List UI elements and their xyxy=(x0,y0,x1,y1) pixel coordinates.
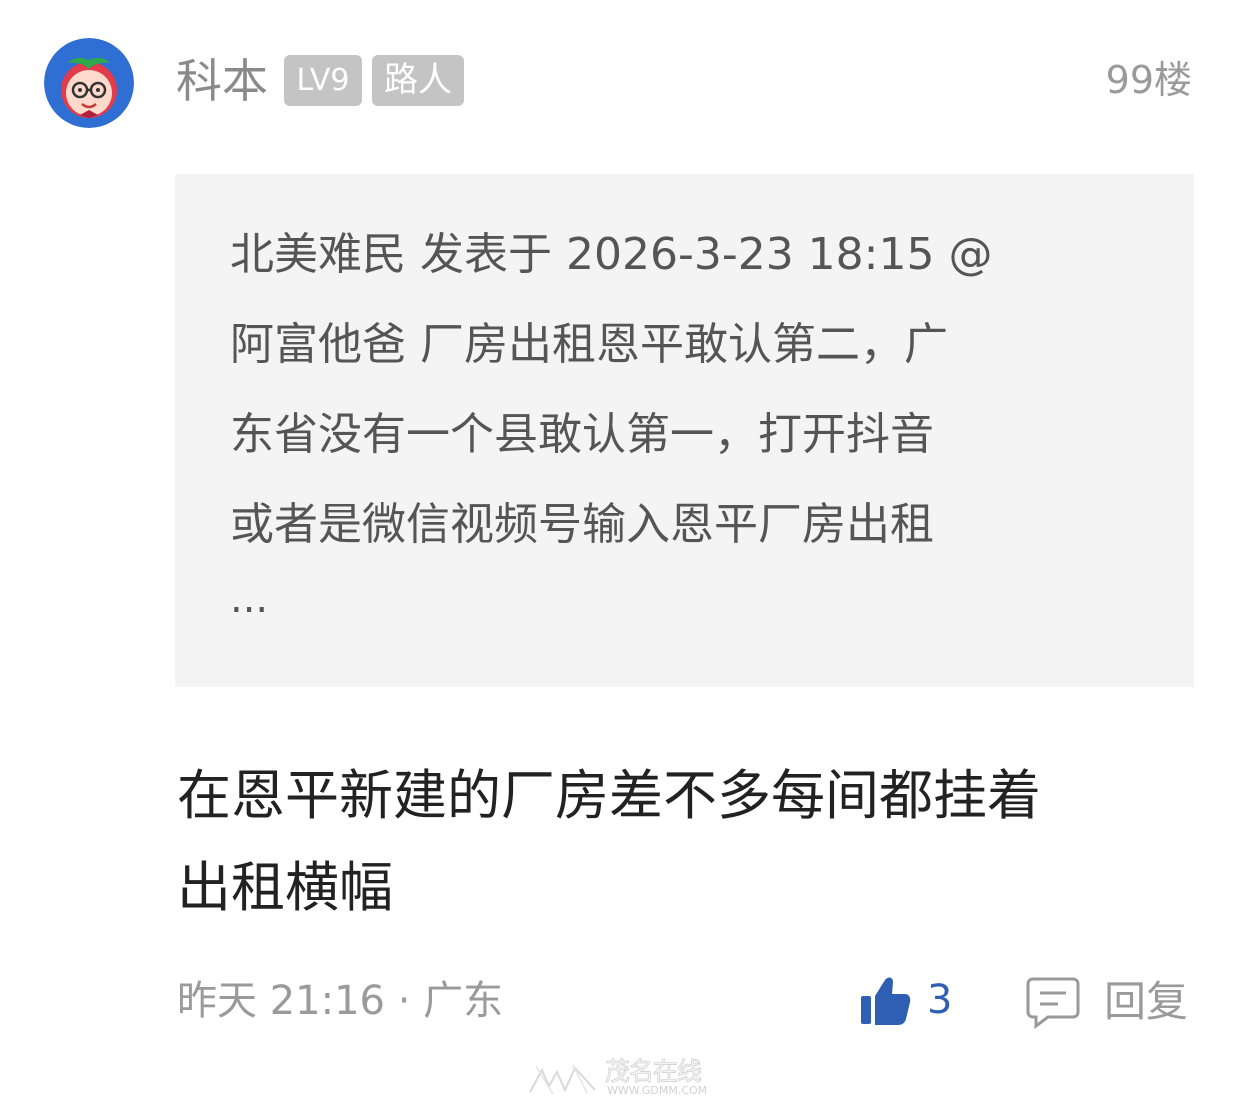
reply-button[interactable]: 回复 xyxy=(1026,972,1196,1032)
watermark-url: WWW.GDMM.COM xyxy=(607,1084,708,1097)
username[interactable]: 科本 xyxy=(176,52,268,110)
quote-line: 东省没有一个县敢认第一，打开抖音 xyxy=(230,409,934,460)
thumbs-up-icon xyxy=(861,977,911,1025)
quote-line: 北美难民 发表于 2026-3-23 18:15 @ xyxy=(230,229,993,280)
reply-label: 回复 xyxy=(1104,977,1189,1026)
comment-icon xyxy=(1026,977,1080,1029)
role-badge: 路人 xyxy=(372,55,464,106)
comment-location: 广东 xyxy=(423,978,504,1024)
like-count: 3 xyxy=(927,977,953,1023)
reply-line: 在恩平新建的厂房差不多每间都挂着 xyxy=(177,764,1041,827)
quote-line: 阿富他爸 厂房出租恩平敢认第二，广 xyxy=(230,319,948,370)
watermark: 茂名在线 WWW.GDMM.COM xyxy=(527,1057,727,1103)
comment-meta: 昨天 21:16 · 广东 xyxy=(177,975,503,1027)
quoted-comment[interactable]: 北美难民 发表于 2026-3-23 18:15 @ 阿富他爸 厂房出租恩平敢认… xyxy=(175,174,1194,687)
meta-separator: · xyxy=(397,978,411,1024)
watermark-title: 茂名在线 xyxy=(604,1057,702,1086)
reply-content: 在恩平新建的厂房差不多每间都挂着 出租横幅 xyxy=(177,750,1177,934)
quote-line: 或者是微信视频号输入恩平厂房出租 xyxy=(230,499,934,550)
cartoon-avatar-icon xyxy=(44,38,134,128)
quote-ellipsis: ... xyxy=(230,576,269,622)
avatar[interactable] xyxy=(44,38,134,128)
like-button[interactable]: 3 xyxy=(857,972,967,1032)
comment-time: 昨天 21:16 xyxy=(177,978,385,1024)
reply-line: 出租横幅 xyxy=(177,856,393,919)
watermark-logo-icon xyxy=(529,1064,596,1095)
level-badge: LV9 xyxy=(284,55,362,106)
floor-number: 99楼 xyxy=(1105,58,1192,102)
quote-text: 北美难民 发表于 2026-3-23 18:15 @ 阿富他爸 厂房出租恩平敢认… xyxy=(230,210,1130,570)
